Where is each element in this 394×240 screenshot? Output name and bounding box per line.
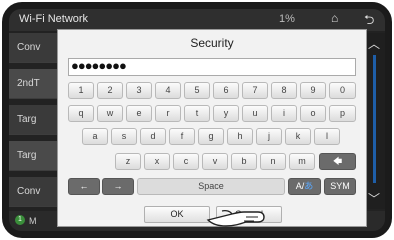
list-item-label: Conv: [17, 42, 41, 53]
key-z[interactable]: z: [115, 153, 141, 170]
key-q[interactable]: q: [68, 105, 94, 122]
key-u[interactable]: u: [242, 105, 268, 122]
key-c[interactable]: c: [173, 153, 199, 170]
chevron-down-icon[interactable]: ﹀: [368, 190, 380, 207]
language-toggle-key[interactable]: A/あ: [288, 178, 321, 195]
ok-button[interactable]: OK: [144, 206, 210, 223]
key-y[interactable]: y: [213, 105, 239, 122]
key-9[interactable]: 9: [300, 82, 326, 99]
list-item-label: 2ndT: [17, 78, 40, 89]
cursor-left-key[interactable]: ←: [68, 178, 100, 195]
dialog-title: Security: [190, 36, 234, 50]
home-icon[interactable]: ⌂: [331, 11, 338, 25]
kana-label: あ: [304, 181, 314, 191]
arrow-left-icon: ←: [79, 181, 89, 191]
key-g[interactable]: g: [198, 128, 224, 145]
notification-badge: 1: [15, 215, 25, 225]
key-3[interactable]: 3: [126, 82, 152, 99]
top-status-text: 1%: [279, 13, 295, 25]
key-v[interactable]: v: [202, 153, 228, 170]
key-a[interactable]: a: [82, 128, 108, 145]
language-label: A/: [295, 181, 305, 191]
key-s[interactable]: s: [111, 128, 137, 145]
pointing-hand-icon: [206, 210, 265, 227]
key-x[interactable]: x: [144, 153, 170, 170]
key-7[interactable]: 7: [242, 82, 268, 99]
key-e[interactable]: e: [126, 105, 152, 122]
key-w[interactable]: w: [97, 105, 123, 122]
key-f[interactable]: f: [169, 128, 195, 145]
arrow-right-icon: →: [113, 181, 123, 191]
key-t[interactable]: t: [184, 105, 210, 122]
key-r[interactable]: r: [155, 105, 181, 122]
key-i[interactable]: i: [271, 105, 297, 122]
key-b[interactable]: b: [231, 153, 257, 170]
key-h[interactable]: h: [227, 128, 253, 145]
scrollbar[interactable]: ︿ ﹀: [365, 33, 385, 209]
sym-key[interactable]: SYM: [324, 178, 356, 195]
cursor-right-key[interactable]: →: [102, 178, 134, 195]
list-item-label: Targ: [17, 114, 37, 125]
backspace-key[interactable]: 🡄: [319, 153, 356, 170]
device-frame: Wi-Fi Network 1% ⌂ ⮌ Conv 2ndT Targ Targ…: [2, 2, 392, 238]
key-0[interactable]: 0: [329, 82, 356, 99]
key-6[interactable]: 6: [213, 82, 239, 99]
key-5[interactable]: 5: [184, 82, 210, 99]
space-key[interactable]: Space: [137, 178, 285, 195]
key-8[interactable]: 8: [271, 82, 297, 99]
key-d[interactable]: d: [140, 128, 166, 145]
key-p[interactable]: p: [329, 105, 356, 122]
list-item-label: Conv: [17, 186, 41, 197]
key-1[interactable]: 1: [68, 82, 94, 99]
key-j[interactable]: j: [256, 128, 282, 145]
key-o[interactable]: o: [300, 105, 326, 122]
key-4[interactable]: 4: [155, 82, 181, 99]
key-k[interactable]: k: [285, 128, 311, 145]
key-2[interactable]: 2: [97, 82, 123, 99]
bottom-left-text: M: [29, 216, 37, 226]
top-bar: Wi-Fi Network 1% ⌂ ⮌: [9, 9, 385, 31]
key-l[interactable]: l: [314, 128, 340, 145]
chevron-up-icon[interactable]: ︿: [368, 35, 380, 52]
window-title: Wi-Fi Network: [19, 13, 89, 25]
backspace-icon: 🡄: [332, 156, 343, 166]
screen: Wi-Fi Network 1% ⌂ ⮌ Conv 2ndT Targ Targ…: [9, 9, 385, 231]
password-input[interactable]: ●●●●●●●●: [68, 58, 356, 76]
security-dialog: Security ●●●●●●●● 1 2 3 4 5 6 7 8 9 0 q …: [57, 29, 367, 227]
key-m[interactable]: m: [289, 153, 315, 170]
key-n[interactable]: n: [260, 153, 286, 170]
scroll-track[interactable]: [373, 55, 376, 183]
list-item-label: Targ: [17, 150, 37, 161]
